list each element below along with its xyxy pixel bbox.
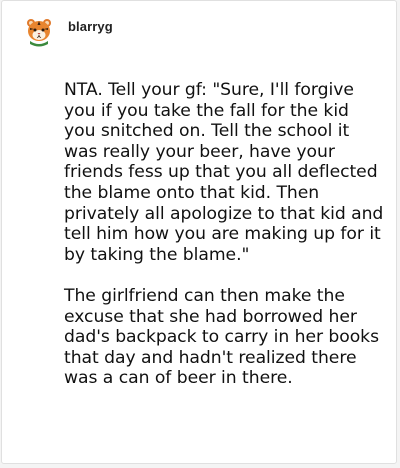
comment-paragraph-1: NTA. Tell your gf: "Sure, I'll forgive y… [64,80,384,265]
tiger-avatar-icon[interactable] [22,14,56,48]
author-username[interactable]: blarryg [68,19,113,34]
comment-card: blarryg NTA. Tell your gf: "Sure, I'll f… [1,0,397,464]
comment-paragraph-2: The girlfriend can then make the excuse … [64,285,379,389]
comment-header: blarryg [22,13,113,49]
comment-body: NTA. Tell your gf: "Sure, I'll forgive y… [64,80,384,389]
